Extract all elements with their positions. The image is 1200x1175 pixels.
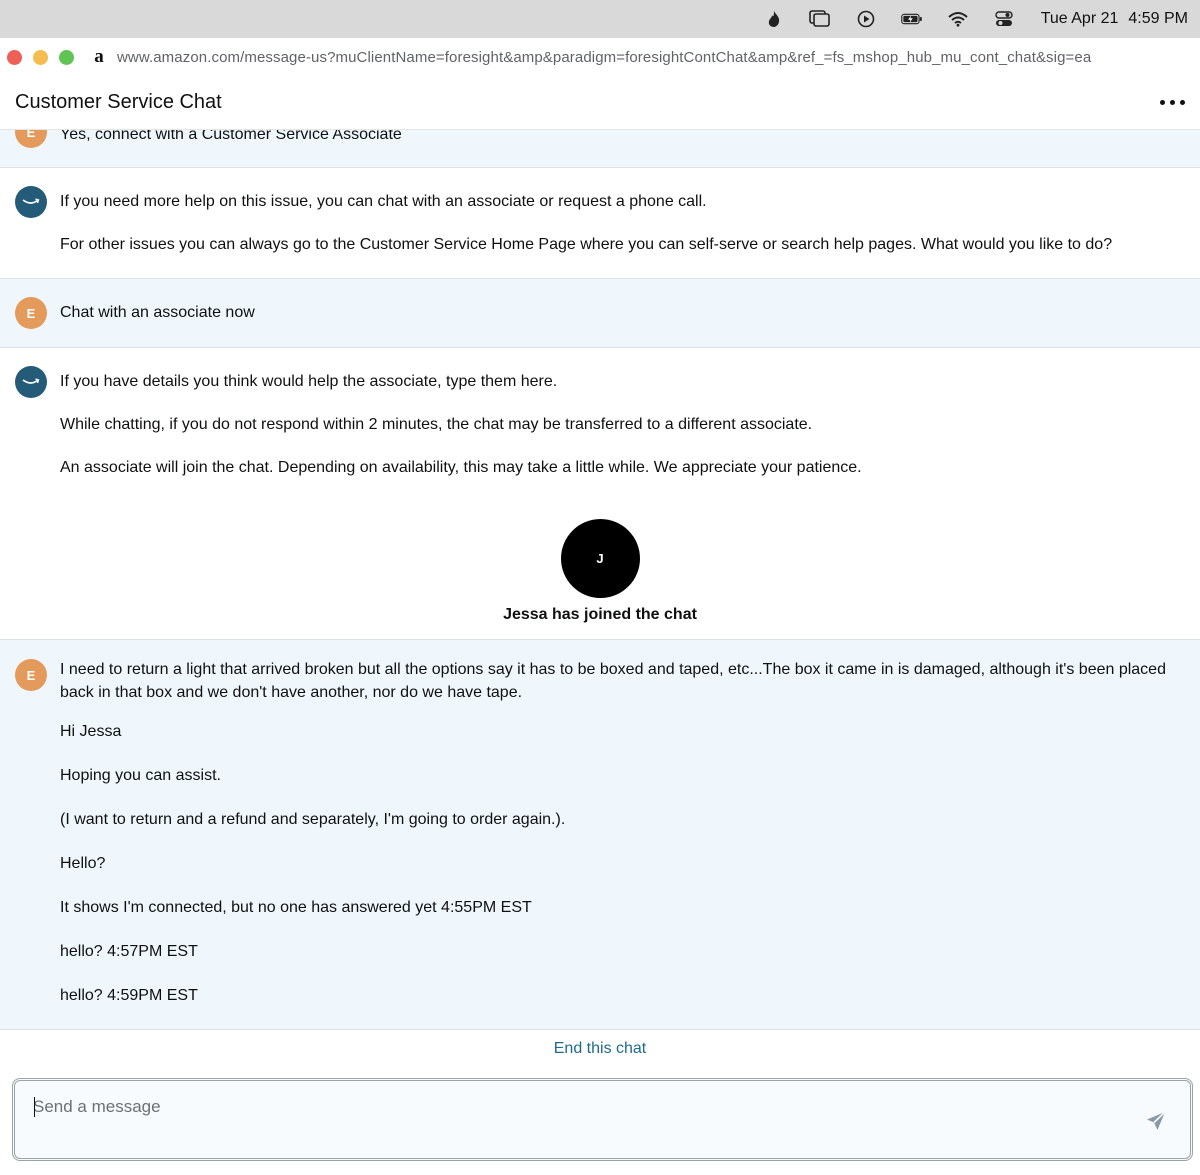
message-text: If you have details you think would help… — [60, 373, 558, 390]
user-avatar: E — [15, 130, 47, 148]
battery-charging-icon[interactable] — [900, 10, 923, 28]
send-icon[interactable] — [1144, 1109, 1168, 1133]
flame-icon[interactable] — [763, 10, 785, 28]
message-text: Chat with an associate now — [60, 304, 255, 321]
message-text: It shows I'm connected, but no one has a… — [60, 899, 532, 916]
more-options-icon[interactable] — [1160, 100, 1185, 105]
amazon-favicon-icon: a — [94, 46, 104, 67]
user-message: E I need to return a light that arrived … — [0, 640, 1200, 1030]
message-text: Hi Jessa — [60, 723, 122, 740]
bot-message: If you need more help on this issue, you… — [0, 168, 1200, 279]
chat-transcript[interactable]: E Yes, connect with a Customer Service A… — [0, 130, 1200, 1030]
agent-avatar: J — [560, 519, 640, 598]
user-avatar: E — [15, 659, 47, 691]
menu-bar: Tue Apr 21 4:59 PM — [0, 0, 1200, 38]
bot-message: If you have details you think would help… — [0, 348, 1200, 640]
message-text: If you need more help on this issue, you… — [60, 193, 707, 210]
message-text: Hello? — [60, 855, 106, 872]
user-message: E Chat with an associate now — [0, 279, 1200, 348]
control-center-icon[interactable] — [993, 10, 1015, 28]
message-text: I need to return a light that arrived br… — [60, 661, 1166, 701]
play-circle-icon[interactable] — [855, 10, 877, 28]
text-caret — [34, 1097, 35, 1117]
message-text: hello? 4:57PM EST — [60, 943, 198, 960]
window-controls — [7, 49, 85, 65]
browser-toolbar: a www.amazon.com/message-us?muClientName… — [0, 38, 1200, 76]
user-avatar: E — [15, 297, 47, 329]
wifi-icon[interactable] — [947, 10, 969, 28]
page-title: Customer Service Chat — [15, 91, 222, 113]
message-text: (I want to return and a refund and separ… — [60, 811, 566, 828]
agent-joined-text: Jessa has joined the chat — [503, 606, 697, 623]
window-stack-icon[interactable] — [808, 10, 831, 28]
message-composer — [12, 1078, 1193, 1161]
message-text: While chatting, if you do not respond wi… — [60, 416, 813, 433]
menubar-date: Tue Apr 21 — [1040, 10, 1119, 27]
message-text: An associate will join the chat. Dependi… — [60, 459, 862, 476]
address-bar[interactable]: www.amazon.com/message-us?muClientName=f… — [117, 49, 1107, 66]
close-window-button[interactable] — [7, 49, 22, 65]
user-message: E Yes, connect with a Customer Service A… — [0, 130, 1200, 168]
message-text: hello? 4:59PM EST — [60, 987, 198, 1004]
message-input[interactable] — [33, 1095, 1113, 1119]
end-chat-link[interactable]: End this chat — [0, 1040, 1200, 1058]
message-text: For other issues you can always go to th… — [60, 236, 1113, 253]
message-text: Hoping you can assist. — [60, 767, 221, 784]
zoom-window-button[interactable] — [59, 49, 74, 65]
message-text: Yes, connect with a Customer Service Ass… — [60, 130, 402, 143]
agent-joined-notice: J Jessa has joined the chat — [0, 519, 1200, 624]
amazon-smile-icon — [15, 366, 47, 398]
minimize-window-button[interactable] — [33, 49, 48, 65]
chat-header: Customer Service Chat — [0, 76, 1200, 130]
amazon-smile-icon — [15, 186, 47, 218]
menubar-time: 4:59 PM — [1128, 10, 1188, 27]
